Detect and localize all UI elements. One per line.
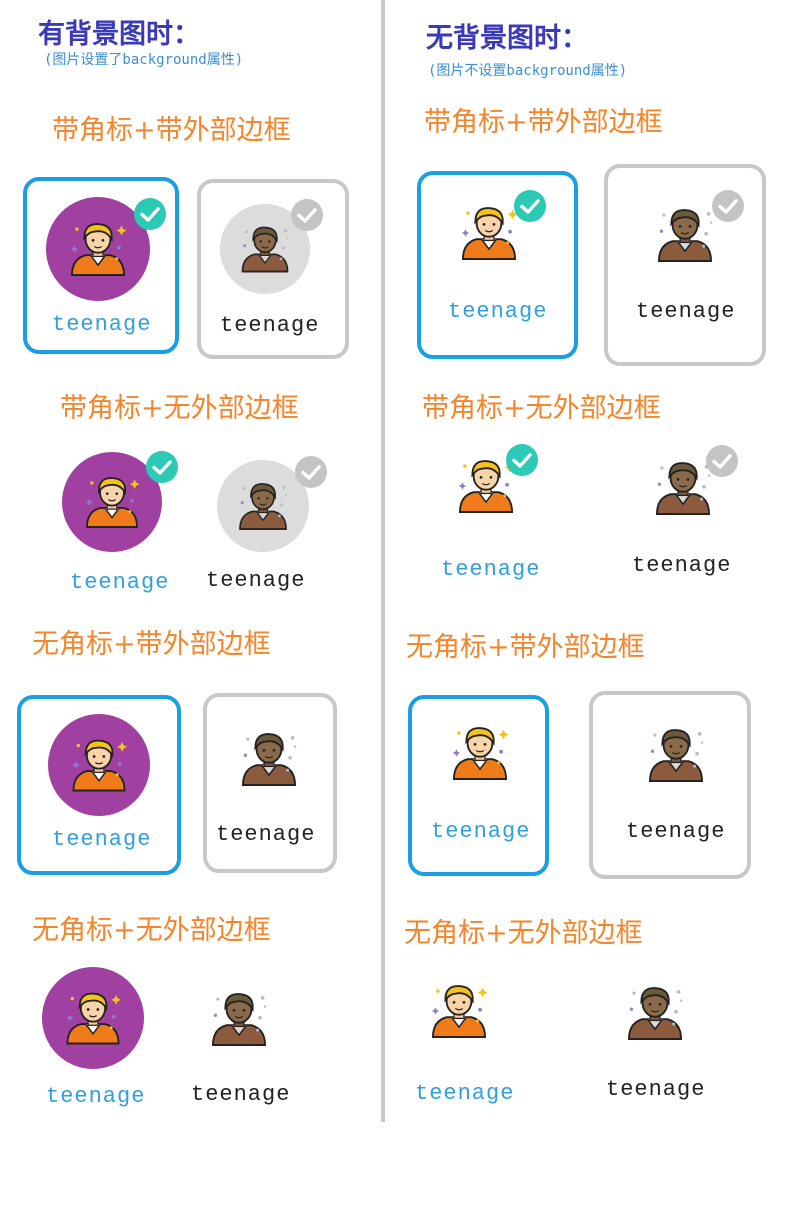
checkmark-circle-icon <box>134 198 166 230</box>
left-column-subtitle: (图片设置了background属性) <box>44 52 244 68</box>
teenager-avatar-icon <box>460 207 519 260</box>
avatar-label: teenage <box>626 819 726 844</box>
section-title-badge-noborder-left: 带角标+无外部边框 <box>60 393 299 424</box>
section-title-badge-border-left: 带角标+带外部边框 <box>52 115 291 146</box>
column-divider <box>381 0 385 1122</box>
avatar-label: teenage <box>206 568 306 593</box>
teenager-avatar-icon <box>242 733 298 786</box>
avatar-label: teenage <box>191 1082 291 1107</box>
teenager-avatar-icon <box>649 729 705 782</box>
teenager-avatar-icon[interactable] <box>624 982 686 1044</box>
right-column-subtitle: (图片不设置background属性) <box>428 63 628 79</box>
teenager-avatar-icon <box>48 714 150 816</box>
section-title-nobadge-border-right: 无角标+带外部边框 <box>406 632 645 663</box>
teenager-avatar-icon[interactable] <box>208 988 270 1050</box>
section-title-nobadge-noborder-right: 无角标+无外部边框 <box>404 918 643 949</box>
teenager-avatar-icon[interactable] <box>428 980 490 1042</box>
avatar-label: teenage <box>216 822 316 847</box>
avatar-label: teenage <box>606 1077 706 1102</box>
teenager-avatar-icon[interactable] <box>42 967 144 1069</box>
section-title-nobadge-noborder-left: 无角标+无外部边框 <box>32 915 271 946</box>
section-title-badge-noborder-right: 带角标+无外部边框 <box>422 393 661 424</box>
checkmark-circle-icon <box>706 445 738 477</box>
left-column-title: 有背景图时： <box>38 19 200 50</box>
avatar-label: teenage <box>431 819 531 844</box>
checkmark-circle-icon <box>295 456 327 488</box>
avatar-label: teenage <box>441 557 541 582</box>
avatar-label: teenage <box>636 299 736 324</box>
checkmark-circle-icon <box>506 444 538 476</box>
teenager-avatar-icon[interactable] <box>652 457 714 519</box>
avatar-label: teenage <box>46 1084 146 1109</box>
avatar-label: teenage <box>632 553 732 578</box>
checkmark-circle-icon <box>291 199 323 231</box>
avatar-label: teenage <box>52 827 152 852</box>
checkmark-circle-icon <box>514 190 546 222</box>
teenager-avatar-icon <box>451 727 510 780</box>
right-column-title: 无背景图时： <box>426 23 588 54</box>
checkmark-circle-icon <box>712 190 744 222</box>
section-title-badge-border-right: 带角标+带外部边框 <box>424 107 663 138</box>
avatar-label: teenage <box>70 570 170 595</box>
checkmark-circle-icon <box>146 451 178 483</box>
avatar-card-selected[interactable] <box>417 171 578 359</box>
avatar-label: teenage <box>220 313 320 338</box>
teenager-avatar-icon <box>658 209 714 262</box>
section-title-nobadge-border-left: 无角标+带外部边框 <box>32 629 271 660</box>
avatar-label: teenage <box>448 299 548 324</box>
avatar-label: teenage <box>52 312 152 337</box>
avatar-label: teenage <box>415 1081 515 1106</box>
